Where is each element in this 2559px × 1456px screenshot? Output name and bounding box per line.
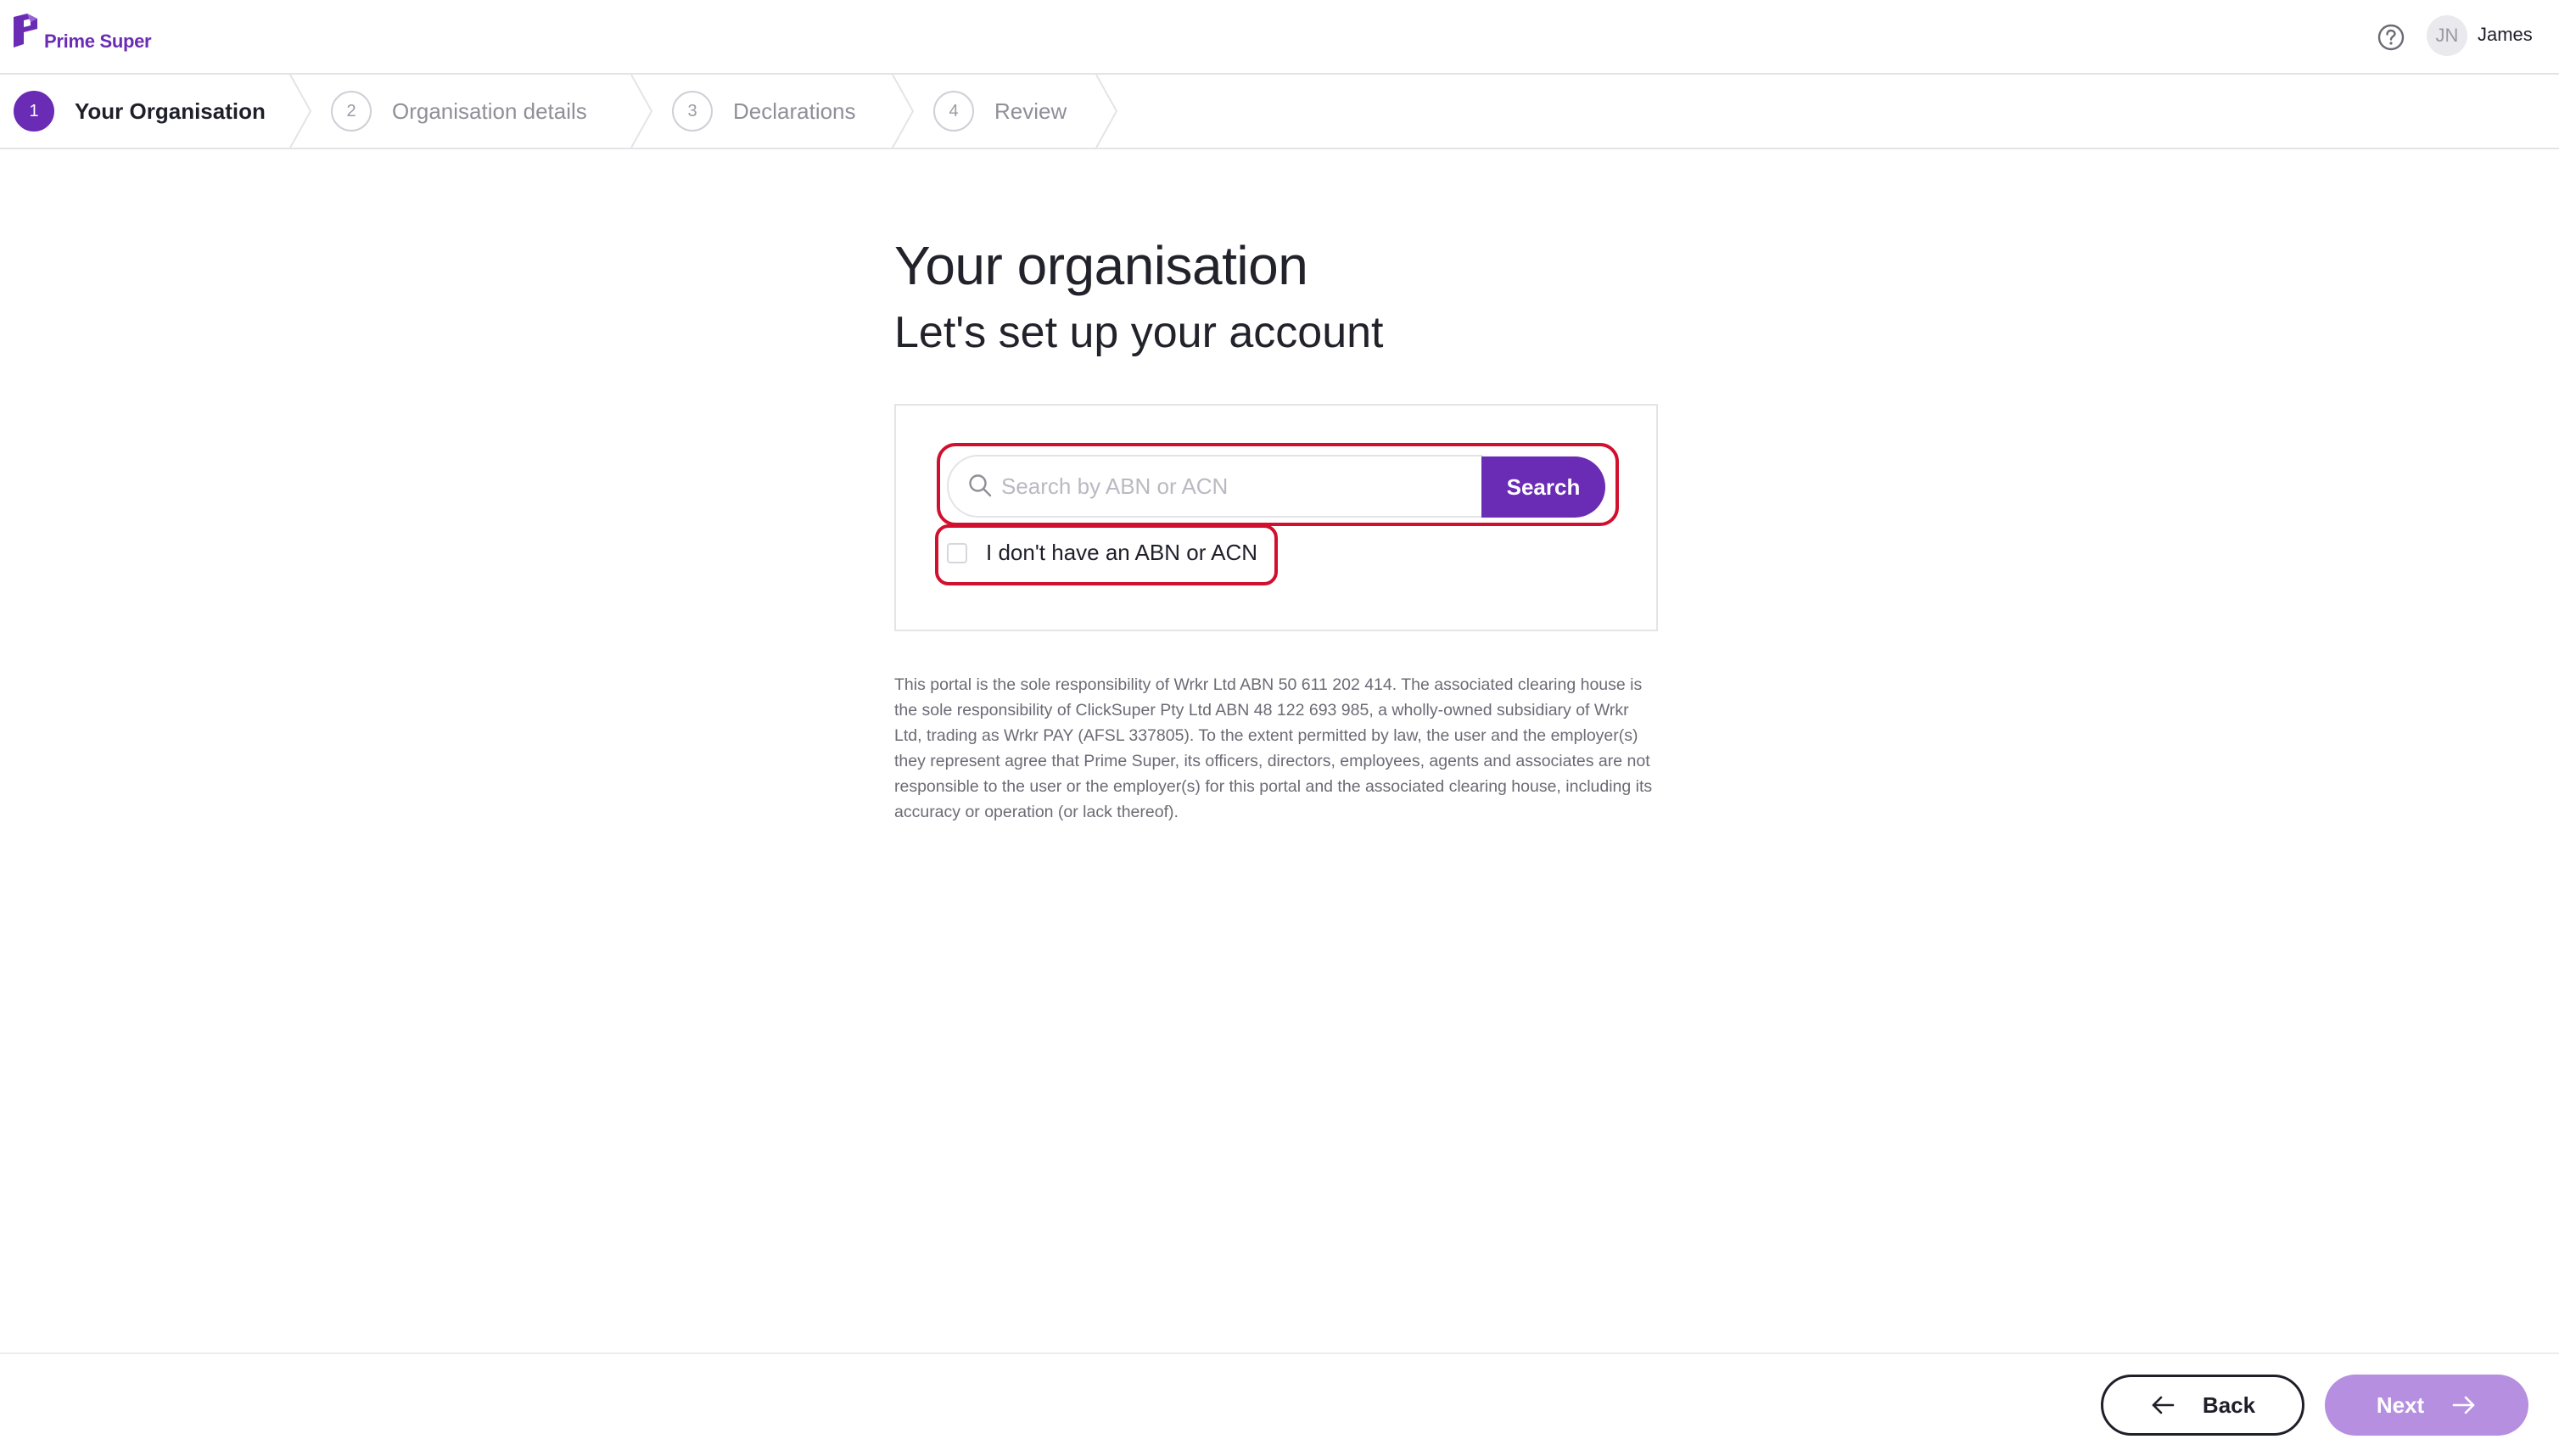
step-your-organisation[interactable]: 1 Your Organisation [14, 75, 266, 148]
disclaimer-text: This portal is the sole responsibility o… [894, 675, 1653, 821]
search-icon [969, 474, 992, 497]
search-button[interactable]: Search [1481, 456, 1605, 518]
no-abn-checkbox-label[interactable]: I don't have an ABN or ACN [986, 540, 1257, 566]
back-button-label: Back [2202, 1392, 2256, 1418]
user-name[interactable]: James [2478, 24, 2533, 46]
step-organisation-details[interactable]: 2 Organisation details [331, 75, 587, 148]
page-title: Your organisation [894, 235, 1308, 296]
logo-icon [14, 14, 37, 48]
step-review[interactable]: 4 Review [933, 75, 1067, 148]
step-label: Declarations [733, 98, 856, 124]
no-abn-checkbox[interactable] [947, 543, 967, 563]
step-separator-icon [1095, 75, 1118, 148]
step-separator-icon [630, 75, 653, 148]
step-number: 3 [672, 91, 713, 132]
step-label: Review [994, 98, 1067, 124]
step-number: 1 [14, 91, 54, 132]
back-button[interactable]: Back [2101, 1375, 2304, 1436]
prime-super-logo[interactable]: Prime Super [12, 14, 152, 52]
avatar[interactable]: JN [2427, 15, 2467, 56]
page-subtitle: Let's set up your account [894, 308, 1384, 357]
step-label: Organisation details [392, 98, 587, 124]
step-label: Your Organisation [75, 98, 266, 124]
step-number: 4 [933, 91, 974, 132]
arrow-left-icon [2152, 1396, 2175, 1414]
step-separator-icon [289, 75, 312, 148]
next-button-label: Next [2376, 1392, 2425, 1418]
next-button[interactable]: Next [2325, 1375, 2528, 1436]
step-number: 2 [331, 91, 372, 132]
arrow-right-icon [2452, 1396, 2475, 1414]
abn-acn-search-input[interactable] [1001, 467, 1476, 506]
progress-stepper: 1 Your Organisation 2 Organisation detai… [0, 75, 2559, 149]
brand-name: Prime Super [44, 31, 152, 52]
step-separator-icon [892, 75, 915, 148]
top-header: Prime Super JN James [0, 0, 2559, 75]
step-declarations[interactable]: 3 Declarations [672, 75, 856, 148]
help-circle-icon[interactable] [2376, 22, 2406, 53]
